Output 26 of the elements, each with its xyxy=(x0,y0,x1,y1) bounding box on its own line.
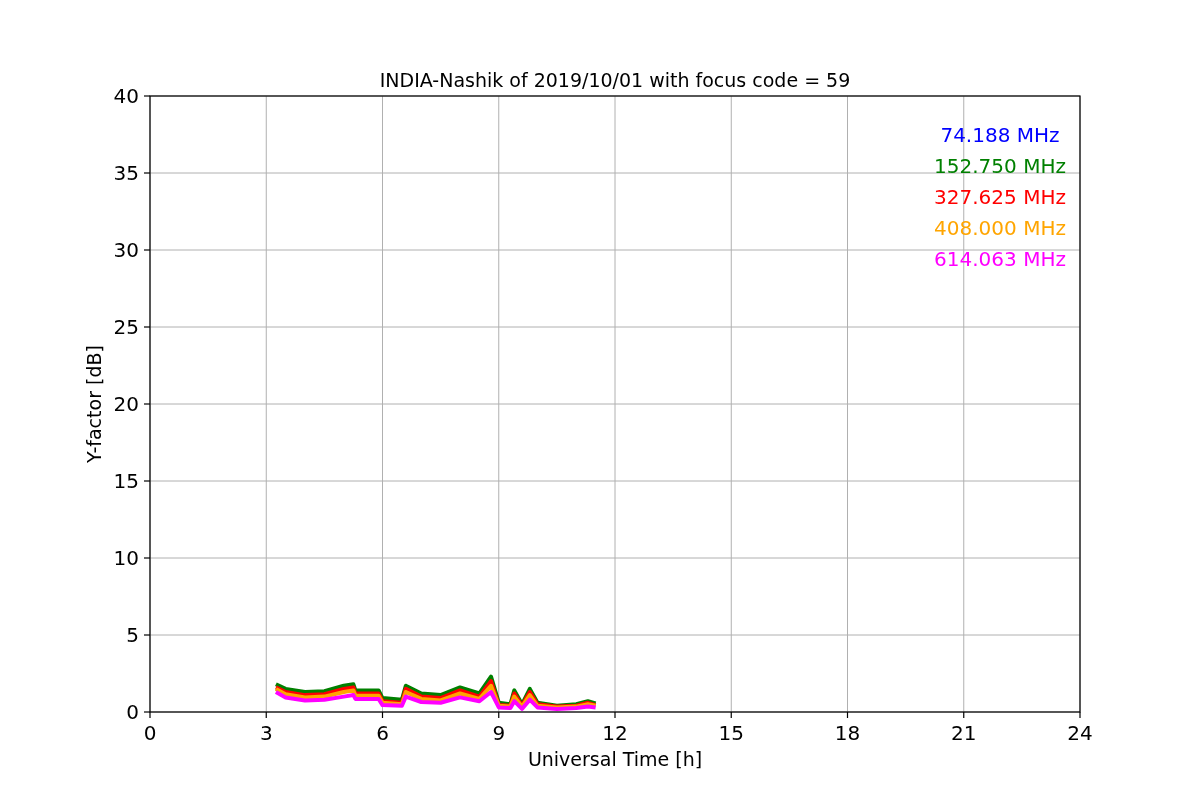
tick-label: 18 xyxy=(834,721,861,745)
legend-label: 74.188 MHz xyxy=(940,123,1060,147)
tick-label: 0 xyxy=(143,721,157,745)
tick-label: 6 xyxy=(376,721,389,745)
tick-label: 30 xyxy=(113,238,139,262)
tick-label: 9 xyxy=(492,721,506,745)
chart-title: INDIA-Nashik of 2019/10/01 with focus code = 59 xyxy=(379,69,851,91)
y-axis-label: Y-factor [dB] xyxy=(83,345,105,463)
tick-label: 12 xyxy=(602,721,628,745)
tick-label: 0 xyxy=(126,700,139,724)
tick-label: 21 xyxy=(951,721,977,745)
tick-label: 15 xyxy=(718,721,744,745)
tick-label: 3 xyxy=(259,721,273,745)
tick-label: 20 xyxy=(113,392,139,416)
tick-label: 10 xyxy=(113,546,139,570)
legend-label: 408.000 MHz xyxy=(934,216,1066,240)
tick-label: 15 xyxy=(113,469,139,493)
tick-label: 5 xyxy=(126,623,139,647)
tick-label: 40 xyxy=(113,84,139,108)
legend-label: 327.625 MHz xyxy=(934,185,1066,209)
tick-label: 35 xyxy=(113,161,139,185)
tick-label: 24 xyxy=(1067,721,1093,745)
legend-label: 614.063 MHz xyxy=(934,247,1066,271)
legend-label: 152.750 MHz xyxy=(934,154,1066,178)
tick-label: 25 xyxy=(113,315,139,339)
x-axis-label: Universal Time [h] xyxy=(527,748,703,770)
